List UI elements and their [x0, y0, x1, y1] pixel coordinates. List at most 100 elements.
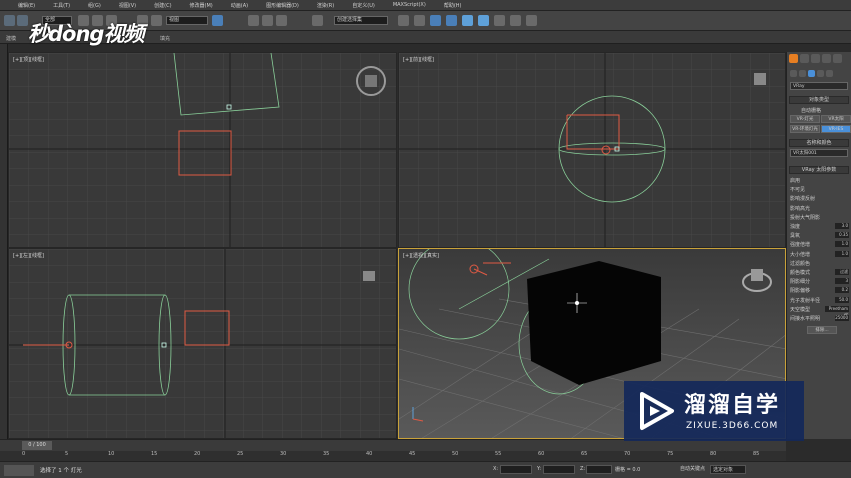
- timeline-tick-label: 15: [151, 451, 158, 457]
- timeline-tick-label: 65: [581, 451, 588, 457]
- menu-item[interactable]: 编辑(E): [18, 2, 35, 9]
- timeline-tick-label: 80: [710, 451, 717, 457]
- sun-param-label: 光子发射半径: [790, 297, 821, 304]
- sun-param-field[interactable]: 0.35: [835, 232, 849, 239]
- snap-icon[interactable]: [248, 15, 259, 26]
- timeline-tick-label: 50: [452, 451, 459, 457]
- viewport-top[interactable]: [+][顶][线框]: [8, 52, 397, 248]
- key-filter-dropdown[interactable]: 选定对象: [710, 465, 746, 474]
- object-type-header[interactable]: 对象类型: [789, 96, 849, 104]
- layer-icon[interactable]: [398, 15, 409, 26]
- mirror-icon[interactable]: [312, 15, 323, 26]
- menu-item[interactable]: 组(G): [88, 2, 101, 9]
- sun-param-label: 影响漫反射: [790, 196, 816, 203]
- ribbon-tab-modeling[interactable]: 建模: [6, 35, 16, 42]
- z-coord-field[interactable]: [586, 465, 612, 474]
- ribbon-tab-populate[interactable]: 填充: [160, 35, 170, 42]
- menu-item[interactable]: 渲染(R): [317, 2, 334, 9]
- named-selection-dropdown[interactable]: 创建选择集: [334, 16, 388, 25]
- redo-icon[interactable]: [17, 15, 28, 26]
- viewport-label-left[interactable]: [+][左][线框]: [13, 252, 44, 259]
- viewport-front[interactable]: [+][前][线框]: [398, 52, 786, 248]
- menu-item[interactable]: 视图(V): [119, 2, 136, 9]
- menu-item[interactable]: 图形编辑器(D): [266, 2, 299, 9]
- sun-param-field[interactable]: 过滤: [835, 269, 849, 275]
- hierarchy-tab-icon[interactable]: [811, 54, 820, 63]
- vr-sun-button[interactable]: VR太阳: [821, 115, 851, 123]
- name-color-header[interactable]: 名称和颜色: [789, 139, 849, 147]
- menu-item[interactable]: 创建(C): [154, 2, 171, 9]
- render-frame-icon[interactable]: [494, 15, 505, 26]
- motion-tab-icon[interactable]: [822, 54, 831, 63]
- sun-param-label: 阴影偏移: [790, 288, 811, 295]
- shapes-icon[interactable]: [799, 70, 806, 77]
- timeline-tick-label: 45: [409, 451, 416, 457]
- render-production-icon[interactable]: [526, 15, 537, 26]
- sun-param-label: 颜色模式: [790, 270, 811, 276]
- material-editor-icon[interactable]: [462, 15, 473, 26]
- timeline-tick-label: 35: [323, 451, 330, 457]
- sun-param-field[interactable]: 50.0: [835, 296, 849, 303]
- vr-ies-button[interactable]: VR-IES: [821, 125, 851, 133]
- vr-ambient-button[interactable]: VR-环境灯光: [790, 125, 820, 133]
- vray-sun-params-header[interactable]: VRay 太阳参数: [789, 166, 849, 174]
- menu-item[interactable]: 帮助(H): [444, 2, 462, 9]
- viewport-label-front[interactable]: [+][前][线框]: [403, 56, 434, 63]
- render-icon[interactable]: [510, 15, 521, 26]
- sun-param-field[interactable]: 3: [835, 278, 849, 285]
- menu-item[interactable]: 动画(A): [231, 2, 248, 9]
- undo-icon[interactable]: [4, 15, 15, 26]
- sun-param-label: 臭氧: [790, 233, 801, 240]
- modify-tab-icon[interactable]: [800, 54, 809, 63]
- viewport-left[interactable]: [+][左][线框]: [8, 248, 397, 439]
- lights-icon[interactable]: [808, 70, 815, 77]
- x-coord-field[interactable]: [500, 465, 532, 474]
- sun-param-label: 强度倍增: [790, 242, 811, 249]
- create-tab-icon[interactable]: [789, 54, 798, 63]
- object-name-input[interactable]: VR太阳001: [790, 149, 848, 157]
- viewport-label-top[interactable]: [+][顶][线框]: [13, 56, 44, 63]
- renderer-dropdown[interactable]: VRay: [790, 82, 848, 90]
- display-tab-icon[interactable]: [833, 54, 842, 63]
- schematic-view-icon[interactable]: [446, 15, 457, 26]
- timeline-tick-label: 75: [667, 451, 674, 457]
- command-panel-tabs: [787, 52, 851, 66]
- sun-param-field[interactable]: 25000: [835, 315, 849, 321]
- helpers-icon[interactable]: [826, 70, 833, 77]
- sun-param-field[interactable]: 3.0: [835, 223, 849, 229]
- menu-item[interactable]: 修改器(M): [190, 2, 213, 9]
- pivot-icon[interactable]: [212, 15, 223, 26]
- rotate-icon[interactable]: [151, 15, 162, 26]
- viewport-label-perspective[interactable]: [+][透视][真实]: [403, 252, 439, 259]
- create-category-icons: [790, 70, 833, 77]
- autogrid-checkbox[interactable]: 自动栅格: [801, 107, 821, 114]
- time-slider[interactable]: 0 / 100: [22, 441, 52, 450]
- status-message: 选择了 1 个 灯光: [40, 468, 82, 474]
- y-coord-field[interactable]: [543, 465, 575, 474]
- sun-param-label: 大小倍增: [790, 251, 811, 258]
- scene-explorer-icon[interactable]: [414, 15, 425, 26]
- auto-key-button[interactable]: 自动关键点: [680, 465, 705, 472]
- sun-param-field[interactable]: 0.2: [835, 287, 849, 294]
- menu-item[interactable]: 工具(T): [53, 2, 70, 9]
- percent-snap-icon[interactable]: [276, 15, 287, 26]
- sun-param-field[interactable]: 1.0: [835, 250, 849, 257]
- maxscript-listener[interactable]: [4, 465, 34, 476]
- sun-param-field[interactable]: 1.0: [835, 241, 849, 248]
- vr-light-button[interactable]: VR-灯光: [790, 115, 820, 123]
- curve-editor-icon[interactable]: [430, 15, 441, 26]
- left-side-strip: [0, 44, 8, 439]
- cameras-icon[interactable]: [817, 70, 824, 77]
- geometry-icon[interactable]: [790, 70, 797, 77]
- exclude-button[interactable]: 排除...: [807, 326, 837, 334]
- menu-item[interactable]: 自定义(U): [352, 2, 375, 9]
- timeline-ruler[interactable]: 0 5 10 15 20 25 30 35 40 45 50 55 60 65 70 75 80 85: [0, 451, 786, 461]
- render-setup-icon[interactable]: [478, 15, 489, 26]
- angle-snap-icon[interactable]: [262, 15, 273, 26]
- timeline-tick-label: 55: [495, 451, 502, 457]
- timeline-tick-label: 40: [366, 451, 373, 457]
- menu-item[interactable]: MAXScript(X): [393, 2, 426, 8]
- play-logo-icon: [640, 392, 674, 430]
- reference-coord-dropdown[interactable]: 视图: [166, 16, 208, 25]
- sun-param-field[interactable]: Preetham et: [825, 305, 849, 317]
